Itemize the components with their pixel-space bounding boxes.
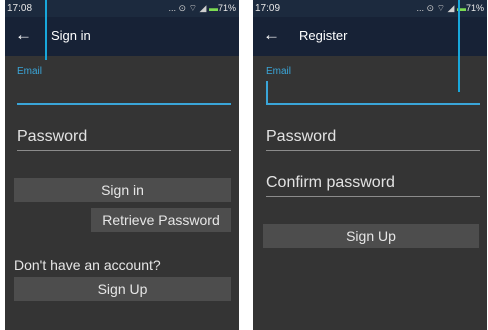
status-bar: 17:08 ... ⊙ ⌔ ◢ ▬71% bbox=[5, 0, 239, 17]
signup-button[interactable]: Sign Up bbox=[263, 224, 479, 248]
signin-screen: 17:08 ... ⊙ ⌔ ◢ ▬71% ← Sign in Email Pas… bbox=[5, 0, 239, 330]
status-icons: ... ⊙ ⌔ ◢ ▬71% bbox=[169, 0, 236, 17]
app-bar: ← Register bbox=[253, 17, 487, 56]
email-field[interactable]: Email bbox=[17, 66, 231, 106]
email-label: Email bbox=[17, 66, 43, 77]
password-underline bbox=[266, 150, 480, 151]
email-underline bbox=[17, 103, 231, 105]
password-field[interactable]: Password bbox=[17, 128, 231, 152]
annotation-pointer bbox=[45, 0, 47, 60]
status-icons: ... ⊙ ⌔ ◢ ▬71% bbox=[417, 0, 484, 17]
signup-button[interactable]: Sign Up bbox=[14, 277, 231, 301]
annotation-pointer bbox=[458, 0, 460, 92]
no-account-text: Don't have an account? bbox=[14, 257, 161, 273]
battery-percentage: 71% bbox=[465, 3, 484, 13]
signin-button[interactable]: Sign in bbox=[14, 178, 231, 202]
password-placeholder: Password bbox=[17, 128, 88, 145]
status-time: 17:09 bbox=[255, 3, 281, 14]
signal-icons: ... ⊙ ⌔ ◢ bbox=[416, 3, 457, 13]
email-field[interactable]: Email bbox=[266, 66, 480, 106]
confirm-password-placeholder: Confirm password bbox=[266, 174, 395, 191]
page-title: Sign in bbox=[51, 28, 91, 43]
retrieve-password-button[interactable]: Retrieve Password bbox=[91, 208, 231, 232]
confirm-password-underline bbox=[266, 196, 480, 197]
back-arrow-icon[interactable]: ← bbox=[263, 25, 280, 45]
text-cursor bbox=[266, 81, 268, 103]
app-bar: ← Sign in bbox=[5, 17, 239, 56]
register-screen: 17:09 ... ⊙ ⌔ ◢ ▬71% ← Register Email Pa… bbox=[253, 0, 487, 330]
signal-icons: ... ⊙ ⌔ ◢ bbox=[168, 3, 209, 13]
confirm-password-field[interactable]: Confirm password bbox=[266, 174, 480, 198]
email-label: Email bbox=[266, 66, 292, 77]
status-time: 17:08 bbox=[7, 3, 33, 14]
battery-icon: ▬ bbox=[208, 3, 218, 13]
battery-percentage: 71% bbox=[217, 3, 236, 13]
status-bar: 17:09 ... ⊙ ⌔ ◢ ▬71% bbox=[253, 0, 487, 17]
password-field[interactable]: Password bbox=[266, 128, 480, 152]
page-title: Register bbox=[299, 28, 348, 43]
email-underline bbox=[266, 103, 480, 105]
password-placeholder: Password bbox=[266, 128, 337, 145]
back-arrow-icon[interactable]: ← bbox=[15, 25, 32, 45]
password-underline bbox=[17, 150, 231, 151]
